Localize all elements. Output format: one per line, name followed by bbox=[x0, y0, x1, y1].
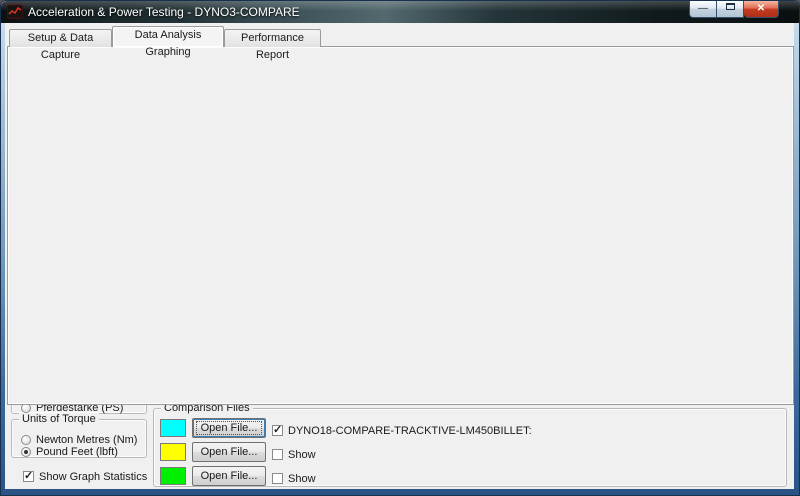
checkbox-icon[interactable] bbox=[272, 473, 283, 484]
comparison-show-checkbox[interactable]: Show bbox=[272, 469, 316, 487]
comparison-show-checkbox[interactable]: Show bbox=[272, 445, 316, 463]
group-title: Units of Torque bbox=[19, 413, 99, 425]
comparison-row: Open File... Show bbox=[154, 466, 786, 488]
comparison-show-checkbox[interactable]: DYNO18-COMPARE-TRACKTIVE-LM450BILLET: bbox=[272, 421, 532, 439]
comparison-file-label: Show bbox=[288, 449, 316, 461]
title-bar[interactable]: Acceleration & Power Testing - DYNO3-COM… bbox=[1, 1, 799, 23]
tab-setup-data-capture[interactable]: Setup & Data Capture bbox=[9, 29, 112, 61]
checkbox-icon[interactable] bbox=[272, 449, 283, 460]
comparison-files-group: Comparison Files Open File...DYNO18-COMP… bbox=[153, 402, 787, 488]
tab-data-analysis-graphing[interactable]: Data Analysis Graphing bbox=[112, 26, 224, 58]
show-graph-statistics-checkbox[interactable]: Show Graph Statistics bbox=[23, 467, 147, 485]
tab-performance-report[interactable]: Performance Report bbox=[224, 29, 321, 61]
checkbox-icon[interactable] bbox=[23, 469, 34, 482]
comparison-row: Open File... Show bbox=[154, 442, 786, 464]
radio-pound-feet-lbft-[interactable]: Pound Feet (lbft) bbox=[21, 442, 118, 458]
show-graph-statistics-label: Show Graph Statistics bbox=[39, 471, 148, 483]
trace-color-swatch bbox=[160, 467, 186, 485]
maximize-button[interactable] bbox=[717, 1, 744, 18]
open-file-button[interactable]: Open File... bbox=[192, 418, 266, 438]
checkbox-icon[interactable] bbox=[272, 423, 283, 436]
open-file-button[interactable]: Open File... bbox=[192, 442, 266, 462]
window-title: Acceleration & Power Testing - DYNO3-COM… bbox=[28, 5, 300, 19]
radio-icon[interactable] bbox=[21, 446, 31, 457]
app-window: Acceleration & Power Testing - DYNO3-COM… bbox=[0, 0, 800, 496]
comparison-file-label: Show bbox=[288, 473, 316, 485]
radio-label: Pound Feet (lbft) bbox=[36, 445, 118, 458]
trace-color-swatch bbox=[160, 419, 186, 437]
group-units-of-torque: Units of Torque Newton Metres (Nm) Pound F… bbox=[11, 413, 147, 458]
close-button[interactable]: ✕ bbox=[744, 1, 779, 18]
caption-buttons: — ✕ bbox=[689, 1, 779, 20]
trace-color-swatch bbox=[160, 443, 186, 461]
open-file-button[interactable]: Open File... bbox=[192, 466, 266, 486]
tab-page bbox=[7, 46, 794, 405]
app-icon bbox=[7, 4, 23, 19]
minimize-button[interactable]: — bbox=[689, 1, 717, 18]
comparison-file-label: DYNO18-COMPARE-TRACKTIVE-LM450BILLET: bbox=[288, 425, 532, 437]
comparison-row: Open File... DYNO18-COMPARE-TRACKTIVE-LM4… bbox=[154, 418, 786, 440]
radio-newton-metres-nm-[interactable]: Newton Metres (Nm) bbox=[21, 430, 137, 446]
maximize-icon bbox=[725, 3, 735, 10]
